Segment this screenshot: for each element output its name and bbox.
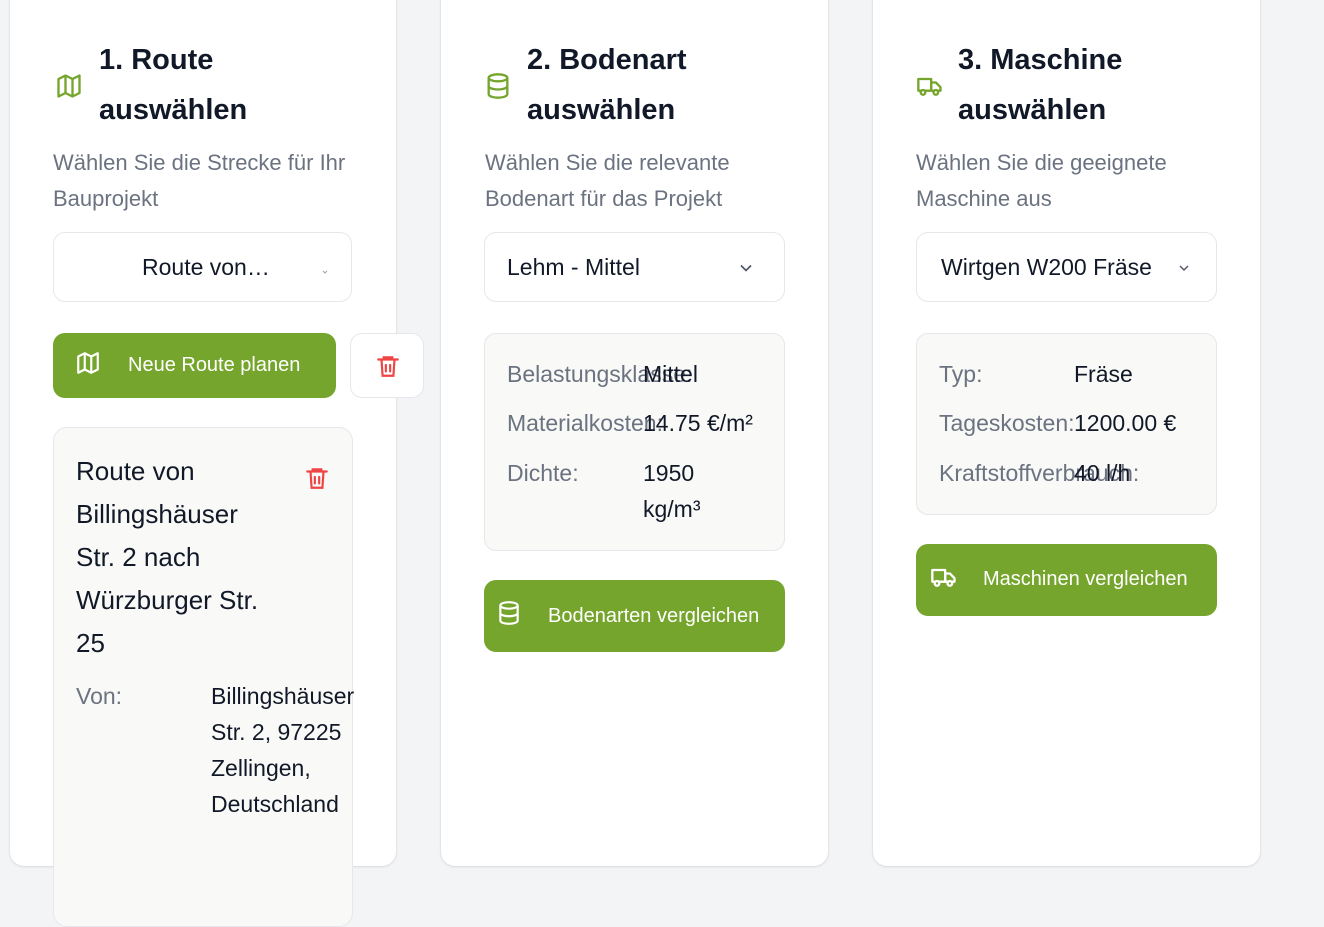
route-select-value: Route von…: [142, 254, 270, 280]
machine-select-value: Wirtgen W200 Fräse: [941, 254, 1152, 280]
route-select[interactable]: Route von…: [53, 232, 352, 302]
route-list-item: Route von Billingshäuser Str. 2 nach Wür…: [53, 427, 354, 927]
compare-soils-button-label: Bodenarten vergleichen: [548, 605, 760, 627]
detail-label: Tageskosten:: [939, 410, 1075, 436]
soil-select[interactable]: Lehm - Mittel: [484, 232, 785, 302]
detail-label: Typ:: [939, 361, 983, 387]
database-icon: [484, 72, 512, 100]
map-icon: [55, 72, 83, 100]
soil-select-value: Lehm - Mittel: [507, 254, 640, 280]
route-from-value: Billingshäuser Str. 2, 97225 Zellingen, …: [211, 683, 355, 817]
compare-machines-button[interactable]: Maschinen vergleichen: [916, 544, 1217, 616]
machine-details: Typ: Fräse Tageskosten: 1200.00 € Krafts…: [916, 333, 1217, 515]
step-title-route: 1. Route auswählen: [99, 44, 248, 126]
detail-value: 40 l/h: [1074, 460, 1131, 486]
chevron-down-icon: [1175, 260, 1193, 281]
detail-value: Mittel: [643, 361, 698, 387]
soil-details: Belastungsklasse: Mittel Materialkosten:…: [484, 333, 785, 551]
new-route-button[interactable]: Neue Route planen: [53, 333, 336, 398]
detail-value: 1950 kg/m³: [643, 460, 701, 522]
database-icon: [496, 600, 522, 632]
truck-icon: [930, 563, 958, 597]
trash-icon: [375, 353, 401, 384]
delete-route-button[interactable]: [350, 333, 424, 398]
chevron-down-icon: [735, 258, 757, 283]
trash-icon[interactable]: [304, 465, 330, 496]
compare-machines-button-label: Maschinen vergleichen: [983, 568, 1188, 590]
new-route-button-label: Neue Route planen: [128, 354, 301, 376]
detail-label: Dichte:: [507, 460, 579, 486]
chevron-down-icon: [320, 263, 330, 281]
compare-soils-button[interactable]: Bodenarten vergleichen: [484, 580, 785, 652]
step-subtitle-soil: Wählen Sie die relevante Bodenart für da…: [485, 150, 730, 211]
route-item-title: Route von Billingshäuser Str. 2 nach Wür…: [76, 456, 259, 658]
step-title-soil: 2. Bodenart auswählen: [527, 44, 687, 126]
step-subtitle-route: Wählen Sie die Strecke für Ihr Bauprojek…: [53, 150, 346, 211]
detail-value: 1200.00 €: [1074, 410, 1177, 436]
detail-value: 14.75 €/m²: [643, 410, 753, 436]
detail-label: Materialkosten:: [507, 410, 663, 436]
step-title-machine: 3. Maschine auswählen: [958, 44, 1123, 126]
route-from-label: Von:: [76, 683, 123, 709]
step-subtitle-machine: Wählen Sie die geeignete Maschine aus: [916, 150, 1167, 211]
detail-value: Fräse: [1074, 361, 1133, 387]
map-icon: [75, 350, 101, 382]
truck-icon: [916, 72, 944, 100]
machine-select[interactable]: Wirtgen W200 Fräse: [916, 232, 1217, 302]
